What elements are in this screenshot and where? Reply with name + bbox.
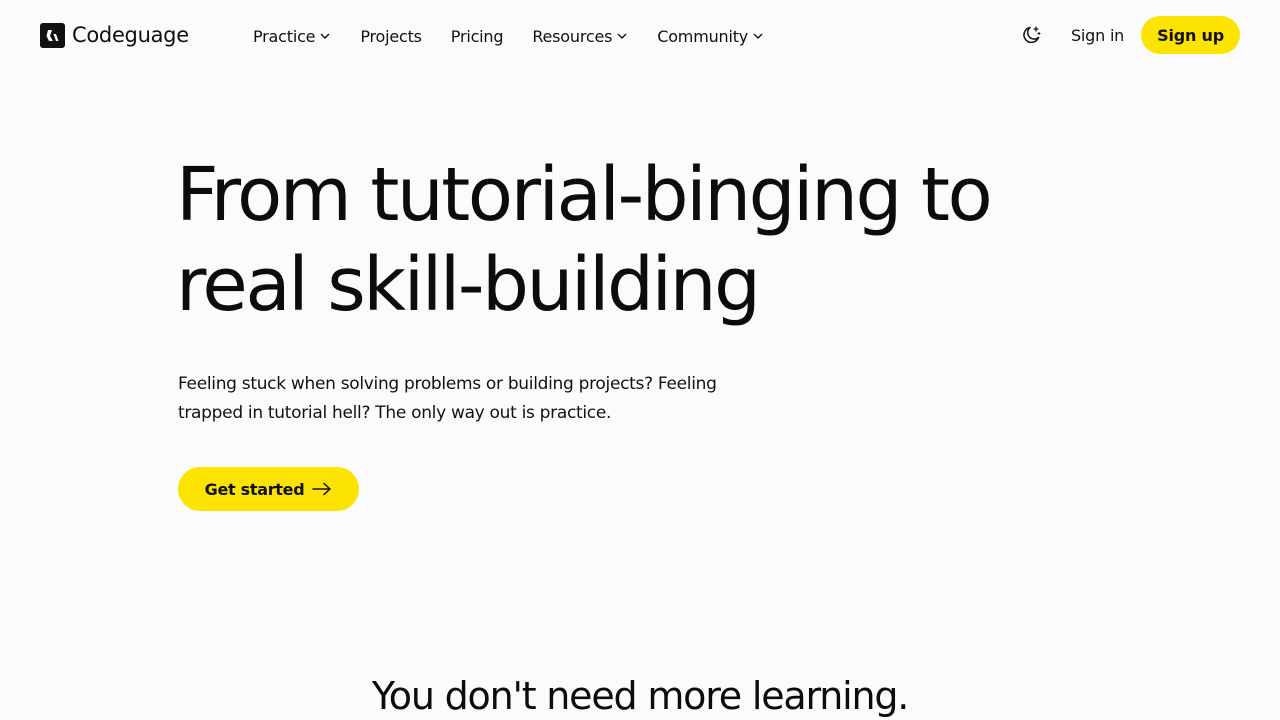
nav-item-label: Community: [657, 26, 749, 46]
hero-subtitle: Feeling stuck when solving problems or b…: [178, 370, 798, 428]
hero-subtitle-line-2: trapped in tutorial hell? The only way o…: [178, 403, 612, 423]
nav-actions: Sign in Sign up: [1019, 16, 1240, 54]
hero-subtitle-line-1: Feeling stuck when solving problems or b…: [178, 374, 717, 394]
sign-up-button[interactable]: Sign up: [1141, 16, 1240, 54]
nav-item-label: Practice: [253, 26, 316, 46]
hero-title: From tutorial-binging to real skill-buil…: [176, 150, 1136, 330]
chevron-down-icon: [752, 30, 764, 42]
get-started-label: Get started: [204, 479, 305, 499]
nav-item-resources[interactable]: Resources: [532, 27, 628, 46]
nav-item-pricing[interactable]: Pricing: [451, 27, 504, 46]
logo-link[interactable]: Codeguage: [40, 22, 189, 48]
codeguage-logo-icon: [40, 22, 65, 48]
hero-title-line-1: From tutorial-binging to: [176, 152, 993, 238]
nav-item-projects[interactable]: Projects: [360, 26, 422, 46]
chevron-down-icon: [616, 30, 628, 42]
top-navbar: Codeguage Practice Projects Pricing Reso…: [0, 0, 1280, 72]
primary-nav: Practice Projects Pricing Resources Comm…: [253, 24, 793, 48]
sign-in-link[interactable]: Sign in: [1071, 26, 1124, 45]
arrow-right-icon: [312, 482, 332, 496]
page: Codeguage Practice Projects Pricing Reso…: [0, 0, 1280, 720]
hero-title-line-2: real skill-building: [176, 242, 761, 328]
chevron-down-icon: [319, 30, 331, 42]
get-started-button[interactable]: Get started: [178, 467, 359, 511]
section-title: You don't need more learning.: [371, 674, 910, 718]
nav-item-label: Resources: [532, 26, 613, 46]
nav-item-label: Pricing: [450, 26, 504, 46]
nav-item-practice[interactable]: Practice: [253, 27, 331, 46]
nav-item-community[interactable]: Community: [657, 27, 764, 46]
moon-stars-icon[interactable]: [1019, 23, 1043, 47]
brand-name: Codeguage: [72, 23, 189, 47]
nav-item-label: Projects: [360, 26, 422, 46]
